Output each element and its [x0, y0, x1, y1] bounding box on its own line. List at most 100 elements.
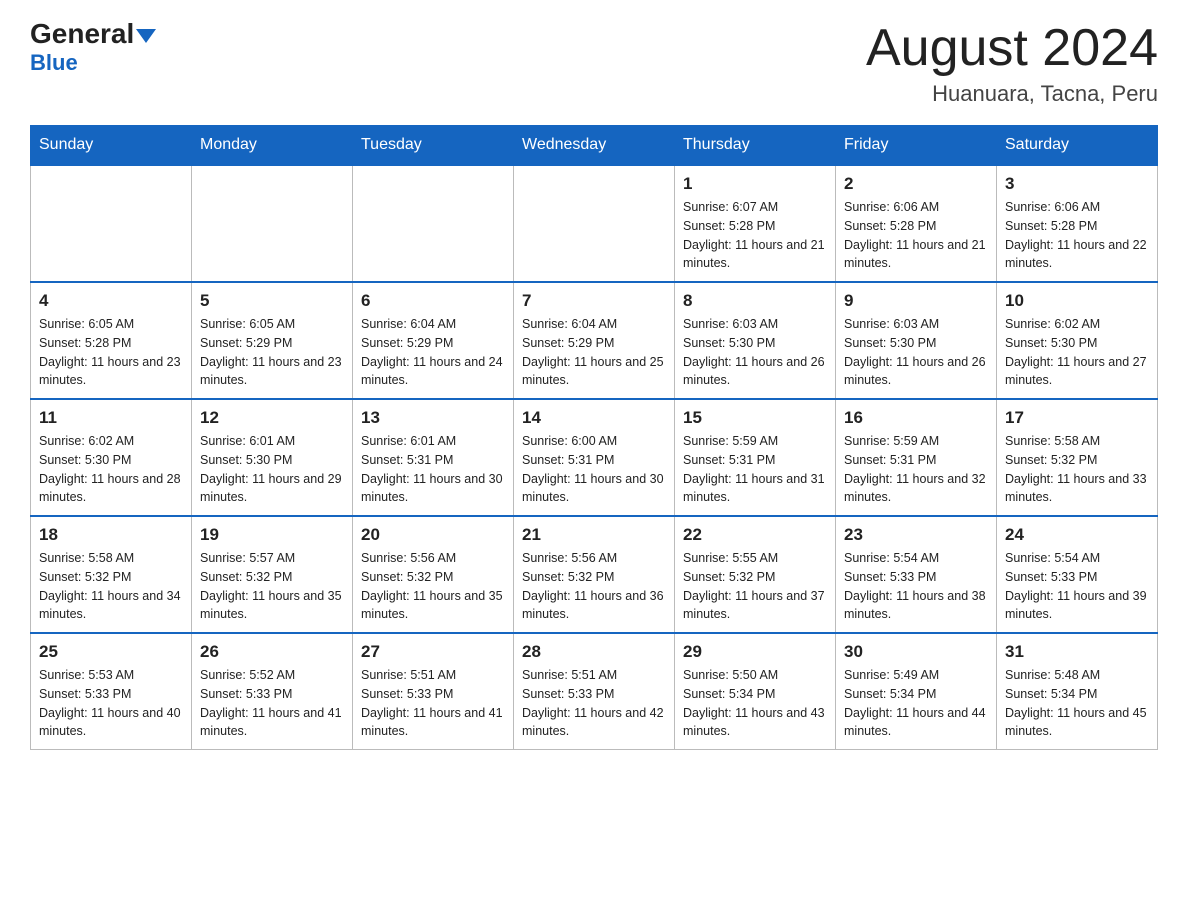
day-info: Sunrise: 6:01 AMSunset: 5:30 PMDaylight:… — [200, 432, 344, 507]
logo-triangle-icon — [136, 29, 156, 43]
table-row: 20Sunrise: 5:56 AMSunset: 5:32 PMDayligh… — [353, 516, 514, 633]
calendar-week-row: 18Sunrise: 5:58 AMSunset: 5:32 PMDayligh… — [31, 516, 1158, 633]
day-number: 15 — [683, 408, 827, 428]
day-info: Sunrise: 5:54 AMSunset: 5:33 PMDaylight:… — [844, 549, 988, 624]
col-saturday: Saturday — [997, 126, 1158, 166]
day-info: Sunrise: 6:06 AMSunset: 5:28 PMDaylight:… — [844, 198, 988, 273]
day-number: 25 — [39, 642, 183, 662]
page-header: General Blue August 2024 Huanuara, Tacna… — [30, 20, 1158, 107]
col-monday: Monday — [192, 126, 353, 166]
table-row: 24 Sunrise: 5:54 AMSunset: 5:33 PMDayligh… — [997, 516, 1158, 633]
day-info: Sunrise: 5:59 AMSunset: 5:31 PMDaylight:… — [844, 432, 988, 507]
day-number: 23 — [844, 525, 988, 545]
day-info: Sunrise: 6:00 AMSunset: 5:31 PMDaylight:… — [522, 432, 666, 507]
table-row — [514, 165, 675, 282]
col-tuesday: Tuesday — [353, 126, 514, 166]
day-number: 9 — [844, 291, 988, 311]
day-info: Sunrise: 6:05 AMSunset: 5:28 PMDaylight:… — [39, 315, 183, 390]
table-row: 27Sunrise: 5:51 AMSunset: 5:33 PMDayligh… — [353, 633, 514, 750]
calendar-week-row: 4 Sunrise: 6:05 AMSunset: 5:28 PMDaylight… — [31, 282, 1158, 399]
day-number: 10 — [1005, 291, 1149, 311]
table-row — [192, 165, 353, 282]
day-info: Sunrise: 5:55 AMSunset: 5:32 PMDaylight:… — [683, 549, 827, 624]
day-info: Sunrise: 5:50 AMSunset: 5:34 PMDaylight:… — [683, 666, 827, 741]
table-row: 6Sunrise: 6:04 AMSunset: 5:29 PMDaylight… — [353, 282, 514, 399]
day-number: 21 — [522, 525, 666, 545]
day-number: 16 — [844, 408, 988, 428]
calendar-week-row: 11 Sunrise: 6:02 AMSunset: 5:30 PMDayligh… — [31, 399, 1158, 516]
table-row — [353, 165, 514, 282]
table-row: 12 Sunrise: 6:01 AMSunset: 5:30 PMDayligh… — [192, 399, 353, 516]
table-row: 25 Sunrise: 5:53 AMSunset: 5:33 PMDayligh… — [31, 633, 192, 750]
day-number: 8 — [683, 291, 827, 311]
day-number: 22 — [683, 525, 827, 545]
day-number: 18 — [39, 525, 183, 545]
day-number: 29 — [683, 642, 827, 662]
table-row: 28 Sunrise: 5:51 AMSunset: 5:33 PMDayligh… — [514, 633, 675, 750]
table-row: 4 Sunrise: 6:05 AMSunset: 5:28 PMDaylight… — [31, 282, 192, 399]
table-row: 2 Sunrise: 6:06 AMSunset: 5:28 PMDaylight… — [836, 165, 997, 282]
day-number: 11 — [39, 408, 183, 428]
day-info: Sunrise: 6:03 AMSunset: 5:30 PMDaylight:… — [683, 315, 827, 390]
col-sunday: Sunday — [31, 126, 192, 166]
day-info: Sunrise: 5:48 AMSunset: 5:34 PMDaylight:… — [1005, 666, 1149, 741]
table-row: 5Sunrise: 6:05 AMSunset: 5:29 PMDaylight… — [192, 282, 353, 399]
day-number: 30 — [844, 642, 988, 662]
location-title: Huanuara, Tacna, Peru — [866, 81, 1158, 107]
day-info: Sunrise: 6:01 AMSunset: 5:31 PMDaylight:… — [361, 432, 505, 507]
day-number: 28 — [522, 642, 666, 662]
day-number: 12 — [200, 408, 344, 428]
day-info: Sunrise: 6:07 AMSunset: 5:28 PMDaylight:… — [683, 198, 827, 273]
table-row: 18Sunrise: 5:58 AMSunset: 5:32 PMDayligh… — [31, 516, 192, 633]
day-number: 3 — [1005, 174, 1149, 194]
table-row: 29 Sunrise: 5:50 AMSunset: 5:34 PMDayligh… — [675, 633, 836, 750]
day-info: Sunrise: 5:52 AMSunset: 5:33 PMDaylight:… — [200, 666, 344, 741]
day-number: 31 — [1005, 642, 1149, 662]
table-row: 14Sunrise: 6:00 AMSunset: 5:31 PMDayligh… — [514, 399, 675, 516]
day-info: Sunrise: 6:06 AMSunset: 5:28 PMDaylight:… — [1005, 198, 1149, 273]
table-row: 3 Sunrise: 6:06 AMSunset: 5:28 PMDaylight… — [997, 165, 1158, 282]
day-info: Sunrise: 6:02 AMSunset: 5:30 PMDaylight:… — [39, 432, 183, 507]
day-info: Sunrise: 6:02 AMSunset: 5:30 PMDaylight:… — [1005, 315, 1149, 390]
table-row: 9Sunrise: 6:03 AMSunset: 5:30 PMDaylight… — [836, 282, 997, 399]
table-row: 15 Sunrise: 5:59 AMSunset: 5:31 PMDayligh… — [675, 399, 836, 516]
table-row: 26 Sunrise: 5:52 AMSunset: 5:33 PMDayligh… — [192, 633, 353, 750]
logo-general: General — [30, 20, 156, 48]
logo-blue: Blue — [30, 50, 78, 76]
col-wednesday: Wednesday — [514, 126, 675, 166]
table-row: 23 Sunrise: 5:54 AMSunset: 5:33 PMDayligh… — [836, 516, 997, 633]
day-number: 26 — [200, 642, 344, 662]
table-row: 10 Sunrise: 6:02 AMSunset: 5:30 PMDayligh… — [997, 282, 1158, 399]
day-info: Sunrise: 5:51 AMSunset: 5:33 PMDaylight:… — [522, 666, 666, 741]
day-number: 17 — [1005, 408, 1149, 428]
day-info: Sunrise: 5:58 AMSunset: 5:32 PMDaylight:… — [1005, 432, 1149, 507]
logo: General Blue — [30, 20, 156, 76]
day-info: Sunrise: 5:57 AMSunset: 5:32 PMDaylight:… — [200, 549, 344, 624]
day-number: 24 — [1005, 525, 1149, 545]
day-info: Sunrise: 5:59 AMSunset: 5:31 PMDaylight:… — [683, 432, 827, 507]
table-row: 31 Sunrise: 5:48 AMSunset: 5:34 PMDayligh… — [997, 633, 1158, 750]
day-info: Sunrise: 5:54 AMSunset: 5:33 PMDaylight:… — [1005, 549, 1149, 624]
day-number: 13 — [361, 408, 505, 428]
day-number: 7 — [522, 291, 666, 311]
table-row: 11 Sunrise: 6:02 AMSunset: 5:30 PMDayligh… — [31, 399, 192, 516]
day-number: 2 — [844, 174, 988, 194]
month-title: August 2024 — [866, 20, 1158, 77]
day-info: Sunrise: 6:04 AMSunset: 5:29 PMDaylight:… — [361, 315, 505, 390]
title-area: August 2024 Huanuara, Tacna, Peru — [866, 20, 1158, 107]
table-row: 13 Sunrise: 6:01 AMSunset: 5:31 PMDayligh… — [353, 399, 514, 516]
table-row: 1 Sunrise: 6:07 AMSunset: 5:28 PMDaylight… — [675, 165, 836, 282]
table-row: 16 Sunrise: 5:59 AMSunset: 5:31 PMDayligh… — [836, 399, 997, 516]
day-number: 1 — [683, 174, 827, 194]
weekday-header-row: Sunday Monday Tuesday Wednesday Thursday… — [31, 126, 1158, 166]
table-row: 17 Sunrise: 5:58 AMSunset: 5:32 PMDayligh… — [997, 399, 1158, 516]
day-number: 4 — [39, 291, 183, 311]
day-number: 27 — [361, 642, 505, 662]
calendar-week-row: 1 Sunrise: 6:07 AMSunset: 5:28 PMDaylight… — [31, 165, 1158, 282]
table-row — [31, 165, 192, 282]
col-thursday: Thursday — [675, 126, 836, 166]
table-row: 30Sunrise: 5:49 AMSunset: 5:34 PMDayligh… — [836, 633, 997, 750]
day-number: 19 — [200, 525, 344, 545]
day-info: Sunrise: 5:53 AMSunset: 5:33 PMDaylight:… — [39, 666, 183, 741]
table-row: 22 Sunrise: 5:55 AMSunset: 5:32 PMDayligh… — [675, 516, 836, 633]
